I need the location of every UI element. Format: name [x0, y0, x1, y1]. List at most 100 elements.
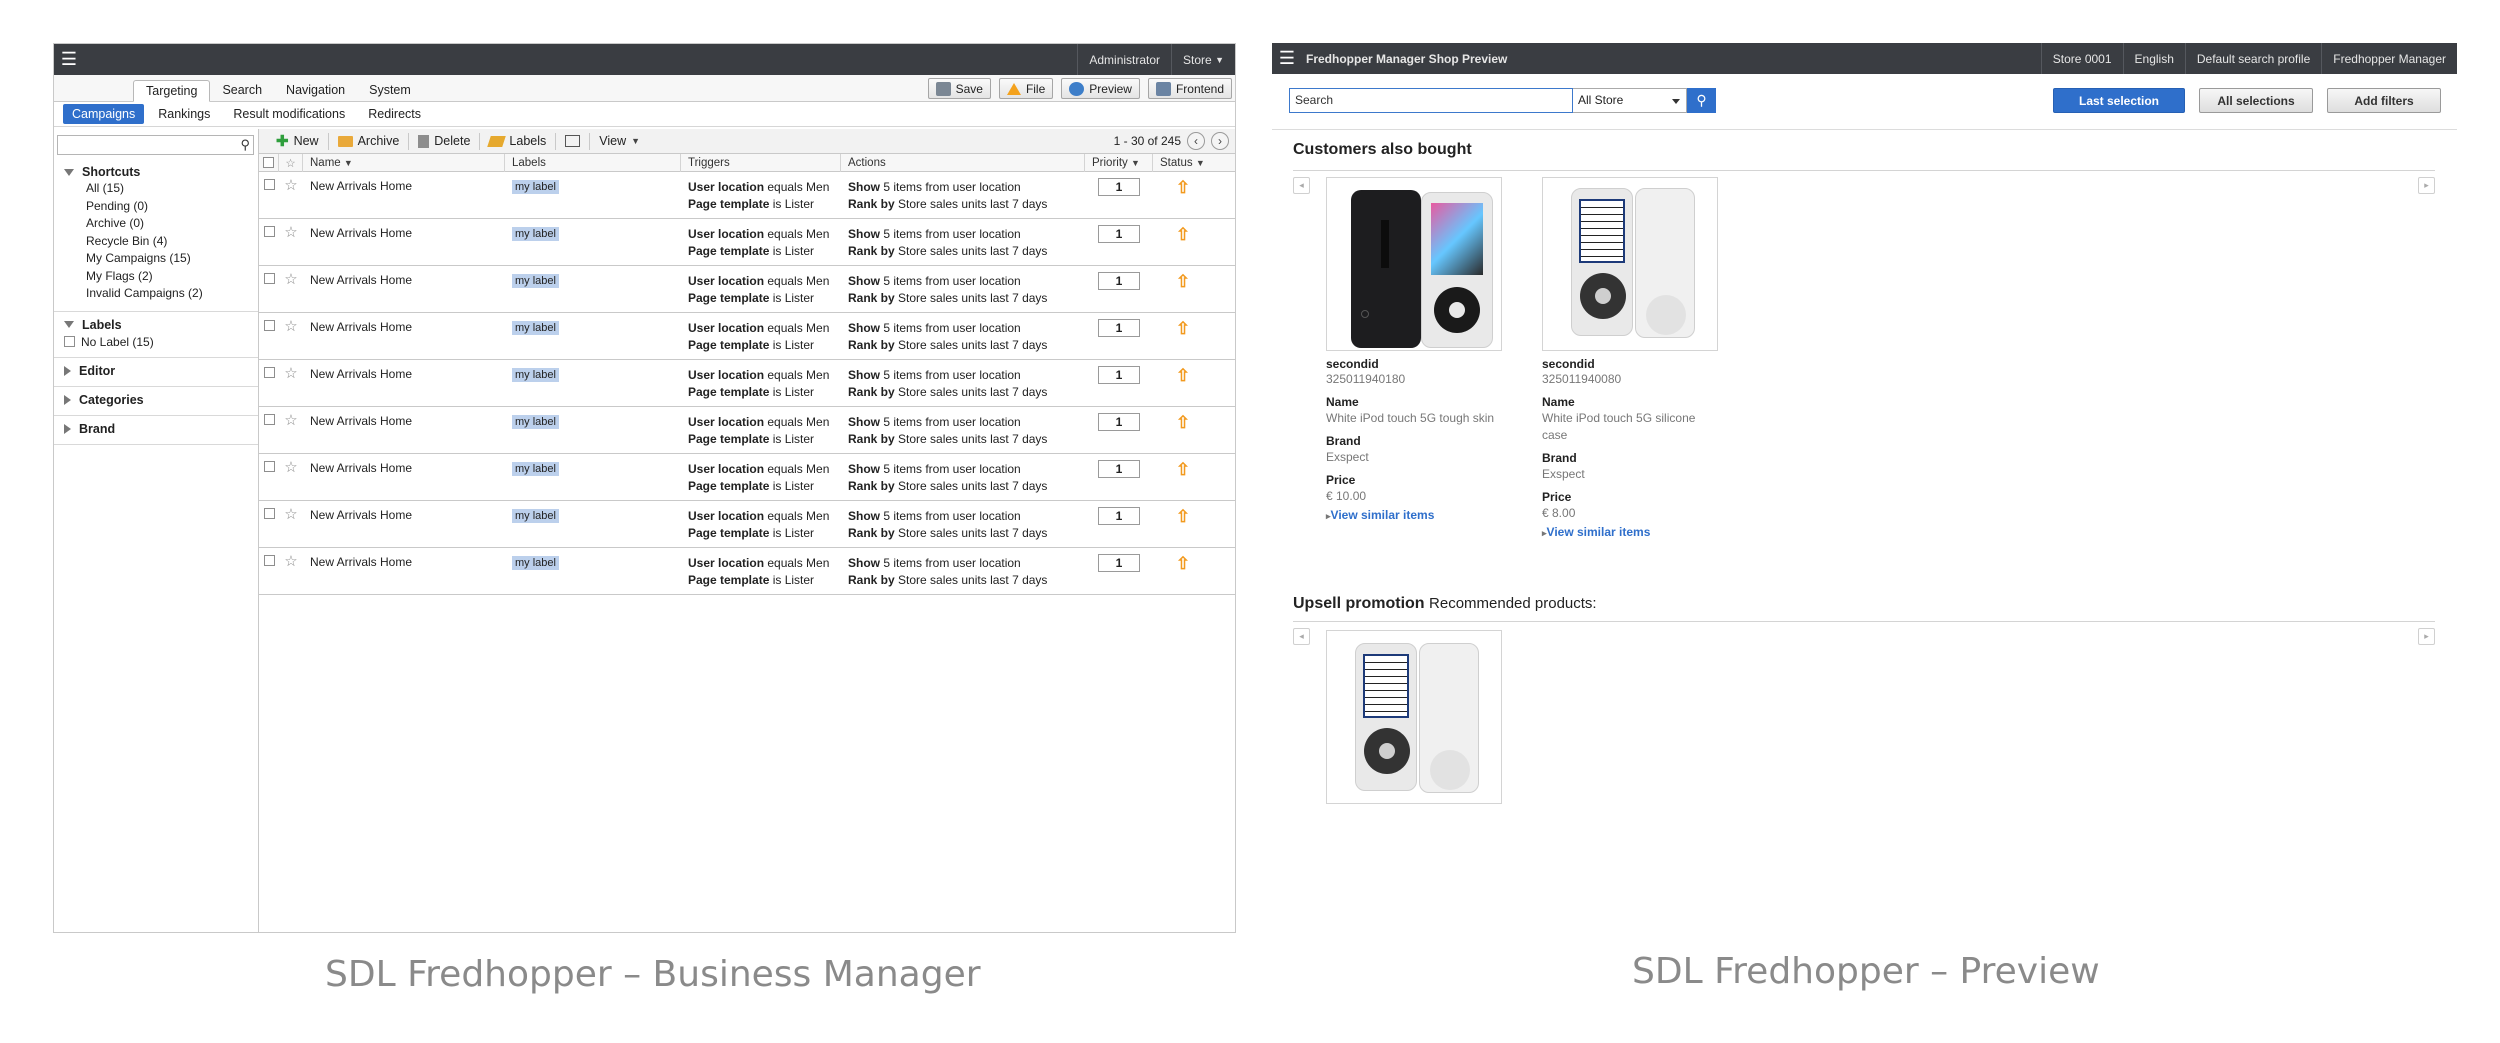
campaign-name[interactable]: New Arrivals Home [303, 172, 505, 218]
language-selector[interactable]: English [2122, 43, 2185, 74]
shortcut-all[interactable]: All (15) [86, 180, 258, 198]
star-icon[interactable]: ☆ [279, 548, 303, 594]
checkbox[interactable] [64, 336, 75, 347]
shortcut-archive[interactable]: Archive (0) [86, 215, 258, 233]
product-image[interactable] [1542, 177, 1718, 351]
priority-input[interactable]: 1 [1098, 319, 1140, 337]
table-row[interactable]: ☆ New Arrivals Home my label User location … [259, 313, 1235, 360]
label-badge[interactable]: my label [512, 462, 559, 476]
search-profile-selector[interactable]: Default search profile [2184, 43, 2321, 74]
sidebar-search-input[interactable]: ⚲ [57, 135, 254, 155]
table-row[interactable]: ☆ New Arrivals Home my label User location … [259, 501, 1235, 548]
product-image[interactable] [1326, 177, 1502, 351]
status-up-arrow-icon[interactable]: ⇧ [1176, 272, 1190, 312]
campaign-name[interactable]: New Arrivals Home [303, 266, 505, 312]
star-icon[interactable]: ☆ [279, 266, 303, 312]
no-label-filter[interactable]: No Label (15) [64, 335, 258, 349]
column-priority[interactable]: Priority ▼ [1085, 153, 1153, 172]
tab-navigation[interactable]: Navigation [274, 80, 357, 102]
shortcut-my-campaigns[interactable]: My Campaigns (15) [86, 250, 258, 268]
label-badge[interactable]: my label [512, 274, 559, 288]
label-badge[interactable]: my label [512, 509, 559, 523]
shortcut-my-flags[interactable]: My Flags (2) [86, 268, 258, 286]
checkbox[interactable] [263, 320, 275, 331]
status-up-arrow-icon[interactable]: ⇧ [1176, 319, 1190, 359]
campaign-name[interactable]: New Arrivals Home [303, 407, 505, 453]
priority-input[interactable]: 1 [1098, 460, 1140, 478]
table-row[interactable]: ☆ New Arrivals Home my label User location … [259, 219, 1235, 266]
product-card[interactable]: secondid 325011940180 Name White iPod to… [1326, 177, 1526, 522]
priority-input[interactable]: 1 [1098, 178, 1140, 196]
frontend-button[interactable]: Frontend [1147, 78, 1232, 99]
label-badge[interactable]: my label [512, 556, 559, 570]
archive-button[interactable]: Archive [329, 132, 410, 150]
campaign-name[interactable]: New Arrivals Home [303, 454, 505, 500]
table-row[interactable]: ☆ New Arrivals Home my label User location … [259, 360, 1235, 407]
upsell-product-card[interactable] [1326, 630, 1526, 804]
tab-system[interactable]: System [357, 80, 423, 102]
row-checkbox[interactable] [259, 313, 279, 359]
status-up-arrow-icon[interactable]: ⇧ [1176, 460, 1190, 500]
priority-input[interactable]: 1 [1098, 366, 1140, 384]
status-up-arrow-icon[interactable]: ⇧ [1176, 507, 1190, 547]
priority-input[interactable]: 1 [1098, 413, 1140, 431]
table-row[interactable]: ☆ New Arrivals Home my label User location … [259, 454, 1235, 501]
menu-icon[interactable]: ☰ [54, 44, 84, 75]
shortcut-pending[interactable]: Pending (0) [86, 198, 258, 216]
labels-header[interactable]: Labels [64, 318, 258, 332]
labels-button[interactable]: Labels [480, 132, 557, 150]
brand-header[interactable]: Brand [64, 422, 258, 436]
column-triggers[interactable]: Triggers [681, 153, 841, 172]
status-up-arrow-icon[interactable]: ⇧ [1176, 225, 1190, 265]
campaign-name[interactable]: New Arrivals Home [303, 548, 505, 594]
campaign-name[interactable]: New Arrivals Home [303, 313, 505, 359]
priority-input[interactable]: 1 [1098, 554, 1140, 572]
checkbox[interactable] [263, 555, 275, 566]
priority-input[interactable]: 1 [1098, 507, 1140, 525]
product-image[interactable] [1326, 630, 1502, 804]
checkbox[interactable] [263, 414, 275, 425]
checkbox[interactable] [263, 273, 275, 284]
view-similar-link[interactable]: View similar items [1326, 508, 1526, 522]
row-checkbox[interactable] [259, 454, 279, 500]
shortcut-recycle-bin[interactable]: Recycle Bin (4) [86, 233, 258, 251]
campaign-name[interactable]: New Arrivals Home [303, 219, 505, 265]
shortcut-invalid-campaigns[interactable]: Invalid Campaigns (2) [86, 285, 258, 303]
status-up-arrow-icon[interactable]: ⇧ [1176, 178, 1190, 218]
search-input[interactable]: Search [1289, 88, 1573, 113]
select-all-checkbox[interactable] [259, 153, 279, 172]
table-row[interactable]: ☆ New Arrivals Home my label User location … [259, 266, 1235, 313]
column-actions[interactable]: Actions [841, 153, 1085, 172]
search-button[interactable]: ⚲ [1687, 88, 1716, 113]
last-selection-button[interactable]: Last selection [2053, 88, 2185, 113]
next-page-icon[interactable]: › [1211, 132, 1229, 150]
carousel-next-icon[interactable]: ▸ [2418, 177, 2435, 194]
calculator-button[interactable] [556, 132, 591, 150]
user-menu[interactable]: Administrator [1077, 44, 1171, 75]
shortcuts-header[interactable]: Shortcuts [64, 165, 258, 179]
product-card[interactable]: secondid 325011940080 Name White iPod to… [1542, 177, 1722, 539]
all-selections-button[interactable]: All selections [2199, 88, 2313, 113]
tab-search[interactable]: Search [210, 80, 274, 102]
star-icon[interactable]: ☆ [279, 360, 303, 406]
label-badge[interactable]: my label [512, 415, 559, 429]
store-selector[interactable]: Store 0001 [2040, 43, 2123, 74]
preview-button[interactable]: Preview [1061, 78, 1140, 99]
subtab-rankings[interactable]: Rankings [149, 104, 219, 124]
table-row[interactable]: ☆ New Arrivals Home my label User location … [259, 548, 1235, 595]
row-checkbox[interactable] [259, 172, 279, 218]
label-badge[interactable]: my label [512, 227, 559, 241]
row-checkbox[interactable] [259, 548, 279, 594]
column-status[interactable]: Status ▼ [1153, 154, 1213, 172]
star-icon[interactable]: ☆ [279, 172, 303, 218]
checkbox[interactable] [263, 461, 275, 472]
search-icon[interactable]: ⚲ [240, 137, 250, 153]
campaign-name[interactable]: New Arrivals Home [303, 360, 505, 406]
view-menu[interactable]: View ▼ [590, 133, 649, 150]
priority-input[interactable]: 1 [1098, 272, 1140, 290]
menu-icon[interactable]: ☰ [1272, 43, 1302, 74]
checkbox[interactable] [263, 508, 275, 519]
status-up-arrow-icon[interactable]: ⇧ [1176, 366, 1190, 406]
row-checkbox[interactable] [259, 266, 279, 312]
checkbox[interactable] [263, 226, 275, 237]
